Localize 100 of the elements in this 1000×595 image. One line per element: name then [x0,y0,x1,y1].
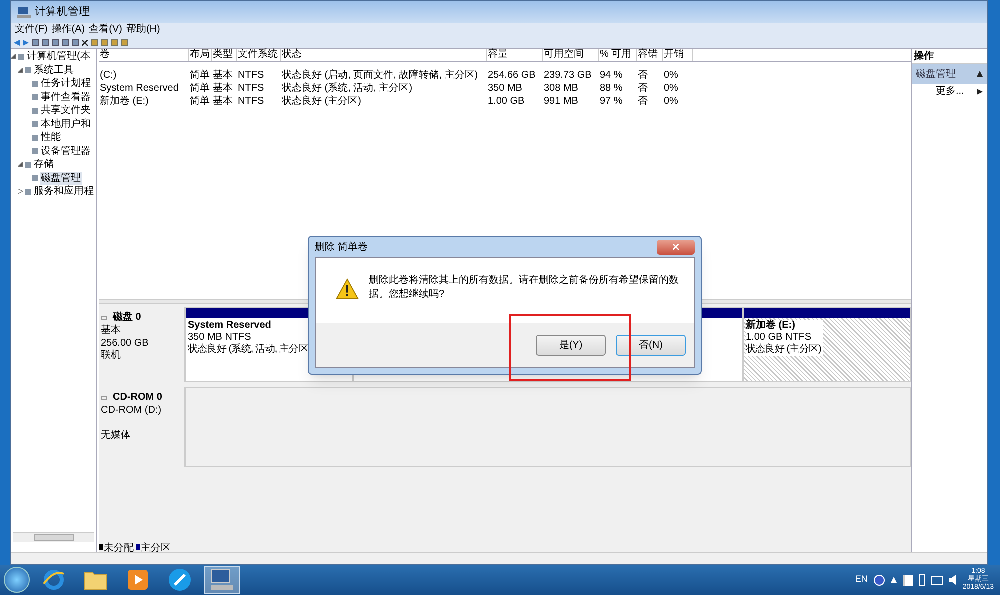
disk-detail: 256.00 GB [101,338,150,350]
tree-item[interactable]: 性能 [40,131,62,144]
show-hidden-icons[interactable] [890,577,897,583]
tree-item[interactable]: 计算机管理(本 [26,50,92,64]
horizontal-scrollbar[interactable] [13,532,94,542]
back-icon[interactable] [14,40,20,46]
flag-icon[interactable] [902,574,913,586]
table-cell: 0% [664,83,678,94]
table-cell: 0% [664,96,678,107]
table-cell: 239.73 GB [544,70,592,81]
tree-node-icon [32,148,38,154]
tree-node-icon [32,134,38,141]
table-cell: 简单 [190,70,210,81]
network-icon[interactable] [930,576,943,584]
cd-drive-icon [101,396,107,400]
column-header[interactable]: 开销 [663,49,693,61]
actions-section-header[interactable]: 磁盘管理 [912,64,987,84]
menu-item[interactable]: 帮助(H) [124,25,162,35]
tree-node-icon [32,175,38,182]
tree-item[interactable]: 共享文件夹 [40,104,92,118]
round-app-icon [168,568,192,592]
computer-icon [209,568,235,592]
table-cell: System Reserved [100,83,179,94]
disk-detail: 基本 [101,325,122,338]
table-cell: 否 [638,70,648,81]
tree-node-icon [32,121,38,128]
table-cell: 基本 [213,70,233,81]
partition-size: 350 MB NTFS [188,332,252,344]
table-cell: 97 % [600,96,623,107]
tree-item[interactable]: 设备管理器 [40,144,92,158]
dialog-button[interactable]: 否(N) [616,334,686,356]
help-icon[interactable] [874,574,885,586]
language-indicator[interactable]: EN [855,573,868,587]
column-header[interactable]: 容量 [487,49,543,61]
tree-item[interactable]: 本地用户和 [40,118,92,131]
table-cell: 否 [638,96,648,107]
column-header[interactable]: % 可用 [599,49,637,61]
taskbar-button[interactable] [204,566,240,594]
table-cell: 350 MB [488,83,522,94]
dialog-message: 删除此卷将清除其上的所有数据。请在删除之前备份所有希望保留的数据。您想继续吗? [368,274,680,302]
column-header[interactable]: 容错 [637,49,663,61]
app-icon [17,6,31,18]
warning-icon [336,278,359,300]
dialog-button[interactable]: 是(Y) [536,334,606,356]
table-cell: 简单 [190,96,210,107]
tree-item[interactable]: 任务计划程 [40,77,92,90]
tree-node-icon [25,188,31,195]
tree-node-icon [18,54,24,60]
expanded-arrow-icon[interactable] [11,54,16,60]
tree-node-icon [25,67,31,74]
column-header[interactable]: 布局 [189,49,212,61]
table-cell: 254.66 GB [488,70,536,81]
table-cell: 状态良好 (系统, 活动, 主分区) [282,83,413,94]
close-button[interactable] [657,240,695,254]
partition-status: 状态良好 (主分区) [746,344,822,356]
tree-item[interactable]: 服务和应用程 [33,185,95,198]
table-cell: 状态良好 (主分区) [282,96,362,107]
tree-node-icon [32,94,38,100]
table-cell: 308 MB [544,83,578,94]
table-cell: 94 % [600,70,623,81]
disk-name: 磁盘 0 [113,310,142,324]
close-icon [673,244,679,250]
partition-status: 状态良好 (系统, 活动, 主分区 [188,344,310,356]
column-header[interactable]: 类型 [212,49,237,61]
expanded-arrow-icon[interactable] [18,162,23,168]
column-header[interactable]: 状态 [281,49,487,61]
table-cell: 否 [638,83,648,94]
volume-icon[interactable] [948,575,957,585]
partition-name: System Reserved [188,320,272,332]
menu-item[interactable]: 文件(F) [13,25,50,35]
menu-item[interactable]: 操作(A) [50,25,88,35]
table-cell: (C:) [100,70,117,81]
expanded-arrow-icon[interactable] [18,68,23,73]
dialog-title: 删除 简单卷 [315,240,368,254]
disk-detail: 无媒体 [101,430,132,442]
partition-block[interactable]: 新加卷 (E:) 1.00 GB NTFS 状态良好 (主分区) [743,307,911,382]
table-cell: 0% [664,70,678,81]
menu-item[interactable]: 查看(V) [87,25,124,35]
collapsed-arrow-icon[interactable] [18,189,23,194]
start-button[interactable] [4,567,30,593]
column-header[interactable]: 卷 [99,49,189,61]
tree-item[interactable]: 存储 [33,158,55,172]
disk-detail: CD-ROM (D:) [101,405,163,418]
submenu-arrow-icon[interactable] [977,88,983,94]
tree-item[interactable]: 系统工具 [33,64,75,77]
media-player-icon [127,569,149,591]
partition-name: 新加卷 (E:) [746,320,796,332]
table-cell: 991 MB [544,96,578,107]
collapse-icon[interactable] [977,71,983,77]
battery-icon[interactable] [918,574,925,586]
tree-item[interactable]: 事件查看器 [40,90,92,104]
partition-size: 1.00 GB NTFS [746,332,813,344]
tree-item[interactable]: 磁盘管理 [40,172,82,185]
window-title: 计算机管理 [35,4,90,20]
action-item[interactable]: 更多... [912,84,987,99]
delete-icon[interactable] [82,40,88,46]
column-header[interactable]: 文件系统 [237,49,281,61]
column-header[interactable]: 可用空间 [543,49,599,61]
legend-label: 未分配 [104,542,134,552]
forward-icon[interactable] [23,40,29,46]
